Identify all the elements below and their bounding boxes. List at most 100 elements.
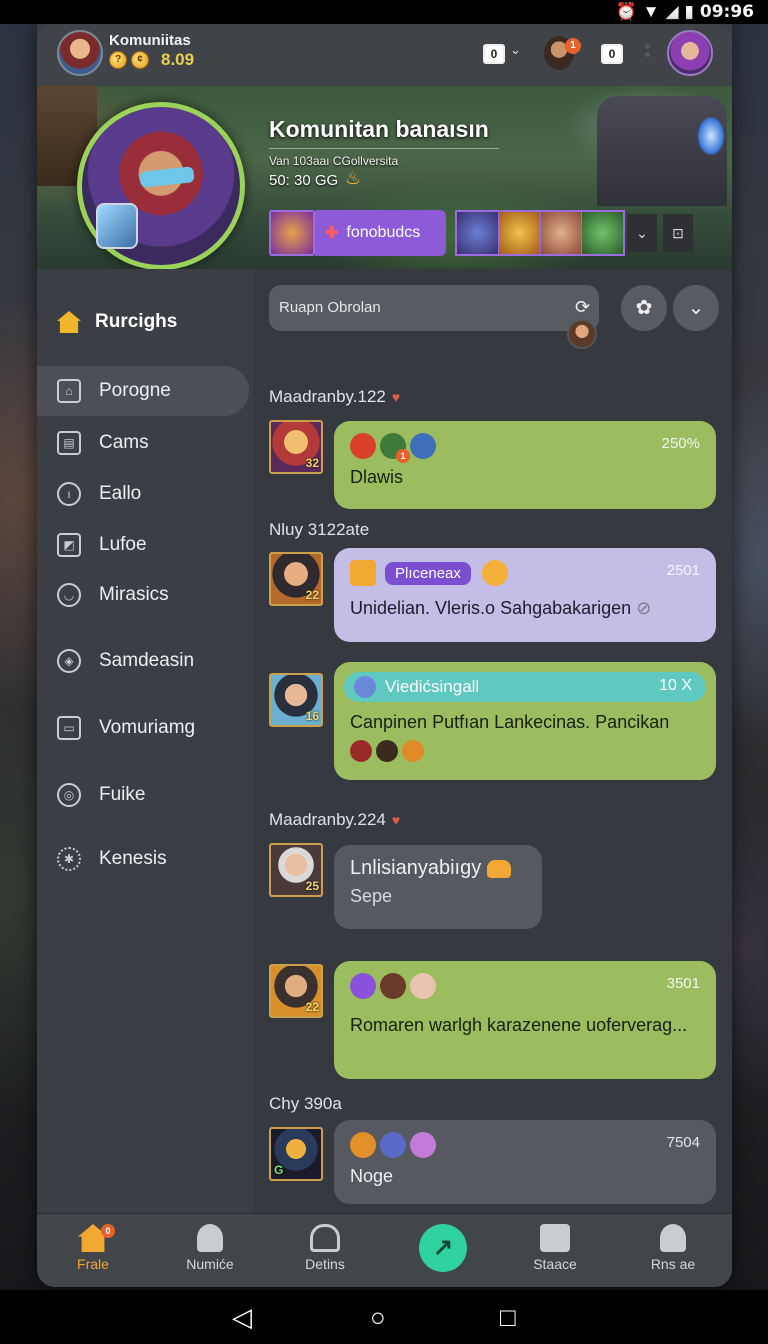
trophy-icon — [350, 560, 376, 586]
sidebar-item-label: Fuike — [99, 784, 146, 805]
crown-icon — [486, 859, 511, 878]
emoji-icon — [376, 739, 398, 762]
message-avatar[interactable]: 16 — [269, 673, 323, 727]
sidebar-item-lufoe[interactable]: ◩ Lufoe — [37, 520, 249, 570]
emoji-icon — [410, 1132, 436, 1158]
message-title: Lnlisianyabiıgy — [350, 857, 526, 880]
profile-avatar[interactable] — [667, 30, 713, 76]
coin-balance: 8.09 — [161, 50, 195, 69]
community-chip[interactable]: ✚ fonobudcs — [315, 210, 446, 256]
message-bubble[interactable]: Plıceneax Unidelian. Vleris.o Sahgabakar… — [334, 548, 716, 642]
eye-icon: ◎ — [57, 783, 81, 807]
message-avatar[interactable]: 25 — [269, 843, 323, 897]
profile-icon — [660, 1224, 686, 1252]
hero-strip[interactable] — [455, 210, 625, 256]
home-circle-icon[interactable]: ○ — [370, 1302, 386, 1333]
message-bubble[interactable]: Lnlisianyabiıgy Sepe — [334, 845, 542, 929]
hero-thumbnail[interactable] — [269, 210, 315, 256]
sidebar-item-label: Porogne — [99, 380, 171, 401]
chat-icon: ↗ — [432, 1234, 454, 1261]
message-sender[interactable]: Chy 390a — [269, 1094, 342, 1114]
notification-badge: 1 — [565, 38, 581, 54]
message-bubble[interactable]: Noge 7504 — [334, 1120, 716, 1204]
nav-members[interactable]: Numiće — [160, 1224, 260, 1272]
settings-button[interactable]: ✿ — [621, 285, 667, 331]
sidebar-header-label: Rurcighs — [95, 311, 178, 332]
banner-title: Komunitan banaısın — [269, 116, 489, 142]
system-nav-bar: ◁ ○ □ — [0, 1290, 768, 1344]
sidebar-item-cams[interactable]: ▤ Cams — [37, 418, 249, 468]
house-icon: ⌂ — [57, 379, 81, 403]
nav-store[interactable]: Staace — [505, 1224, 605, 1272]
message-timestamp: 7504 — [666, 1134, 700, 1151]
battery-icon: ▮ — [684, 2, 694, 21]
online-user-avatar[interactable] — [567, 319, 597, 349]
sidebar-item-kenesis[interactable]: ✱ Kenesis — [37, 834, 249, 884]
emoji-icon — [410, 433, 436, 459]
sidebar-header[interactable]: Rurcighs — [57, 311, 177, 333]
search-input[interactable]: Ruapn Obrolan ⟳ — [269, 285, 599, 331]
message-bubble[interactable]: 1 Dlawis 250% — [334, 421, 716, 509]
sidebar-item-label: Mirasics — [99, 584, 169, 605]
chip-label: fonobudcs — [346, 224, 421, 241]
chevron-down-icon[interactable]: ⌄ — [627, 214, 657, 252]
nav-details[interactable]: Detins — [275, 1224, 375, 1272]
hero-portrait[interactable] — [77, 102, 245, 270]
home-icon — [57, 311, 81, 333]
nav-home[interactable]: 0 Frale — [43, 1224, 143, 1272]
screen-icon: ▭ — [57, 716, 81, 740]
sidebar-item-fuike[interactable]: ◎ Fuike — [37, 770, 249, 820]
emoji-icon — [402, 739, 424, 762]
message-timestamp: 10 X — [659, 677, 692, 694]
message-text: Sepe — [350, 886, 393, 906]
sidebar-item-label: Kenesis — [99, 848, 167, 869]
sidebar-item-samdeasin[interactable]: ◈ Samdeasin — [37, 636, 249, 686]
sidebar-item-label: Samdeasin — [99, 650, 195, 671]
plus-icon: ✚ — [325, 225, 339, 242]
sidebar-item-vomuriamg[interactable]: ▭ Vomuriamg — [37, 703, 249, 753]
sidebar-item-eallo[interactable]: ı Eallo — [37, 469, 249, 519]
sidebar-item-label: Lufoe — [99, 534, 147, 555]
gamepad-icon[interactable]: ⊡ — [663, 214, 693, 252]
recents-icon[interactable]: □ — [500, 1302, 516, 1333]
nav-profile[interactable]: Rns ae — [623, 1224, 723, 1272]
message-avatar[interactable]: 22 — [269, 552, 323, 606]
back-icon[interactable]: ◁ — [232, 1302, 252, 1333]
message-timestamp: 250% — [661, 435, 700, 452]
tag-icon — [354, 676, 376, 699]
chevron-down-icon[interactable]: ⌄ — [673, 285, 719, 331]
sidebar-item-mirasics[interactable]: ◡ Mirasics — [37, 570, 249, 620]
emoji-icon — [350, 433, 376, 459]
sidebar-item-porogne[interactable]: ⌂ Porogne — [37, 366, 249, 416]
message-bubble[interactable]: Viedićsingall 10 X Canpinen Putfıan Lank… — [334, 662, 716, 780]
message-sender[interactable]: Maadranby.224 ♥ — [269, 810, 400, 830]
message-timestamp: 3501 — [666, 975, 700, 992]
user-avatar[interactable] — [57, 30, 103, 76]
message-avatar[interactable]: G — [269, 1127, 323, 1181]
search-icon[interactable]: ⟳ — [575, 297, 590, 318]
chevron-down-icon[interactable]: ⌄ — [510, 42, 521, 58]
message-text: Unidelian. Vleris.o Sahgabakarigen ⊘ — [350, 598, 652, 618]
attachment-icon[interactable]: ⊘ — [636, 598, 651, 618]
community-app: Komuniitas ? ¢ 8.09 0 ⌄ 1 0 Komunitan ba… — [37, 24, 732, 1287]
square-button[interactable]: 0 — [601, 44, 623, 64]
message-avatar[interactable]: 22 — [269, 964, 323, 1018]
coin-icon: ? — [109, 51, 127, 69]
emoji-icon: 1 — [380, 433, 410, 463]
community-banner: Komunitan banaısın Van 103aaı CGollversi… — [37, 86, 732, 270]
emoji-icon — [350, 739, 372, 762]
message-bubble[interactable]: Romaren warlgh karazenene uoferverag... … — [334, 961, 716, 1079]
hero-mask — [139, 166, 195, 188]
counter-box[interactable]: 0 — [483, 44, 505, 64]
message-sender[interactable]: Maadranby.122 ♥ — [269, 387, 400, 407]
gem-icon: ¢ — [131, 51, 149, 69]
message-text: Noge — [350, 1166, 394, 1186]
top-bar: Komuniitas ? ¢ 8.09 0 ⌄ 1 0 — [37, 24, 732, 86]
message-sender[interactable]: Nluy 3122ate — [269, 520, 369, 540]
more-icon[interactable] — [645, 44, 651, 64]
wifi-icon: ▼ — [642, 2, 660, 21]
sidebar-item-label: Vomuriamg — [99, 717, 196, 738]
chat-button[interactable]: ↗ — [419, 1224, 467, 1272]
banner-stats: 50: 30 GG — [269, 172, 339, 189]
message-avatar[interactable]: 32 — [269, 420, 323, 474]
